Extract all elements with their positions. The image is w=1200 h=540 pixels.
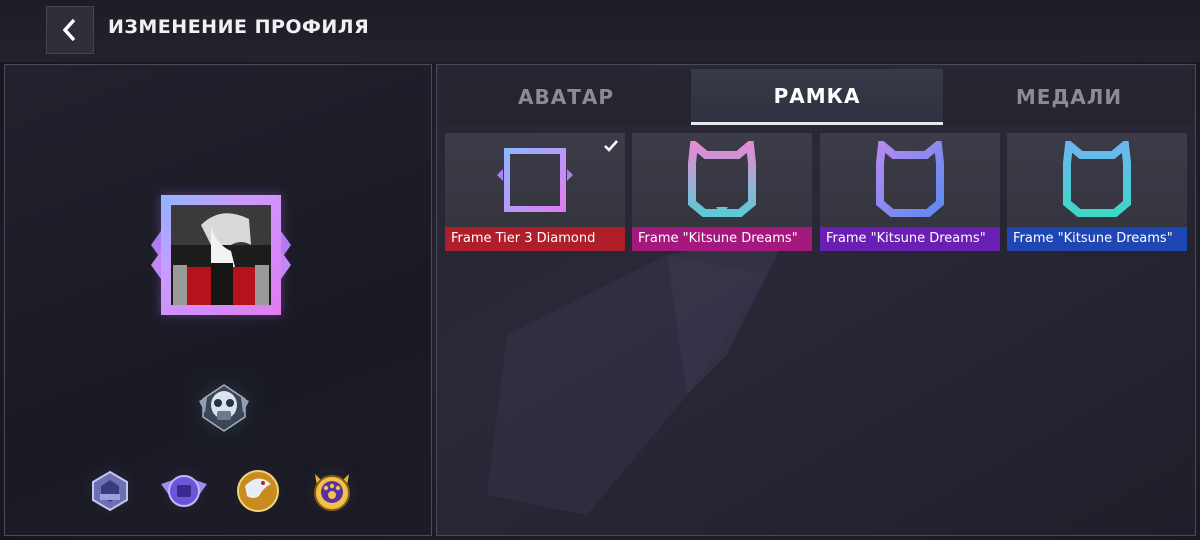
back-button[interactable] <box>46 6 94 54</box>
frame-card-label: Frame "Kitsune Dreams" <box>1007 227 1187 251</box>
frame-card-kitsune-pink[interactable]: Frame "Kitsune Dreams" <box>632 133 812 251</box>
medal-slot-3[interactable] <box>229 463 287 519</box>
purple-winged-badge-icon <box>161 475 207 507</box>
avatar-portrait-icon <box>171 205 271 305</box>
gold-cat-paw-badge-icon <box>314 474 350 511</box>
frame-card-label: Frame Tier 3 Diamond <box>445 227 625 251</box>
customization-panel: АВАТАР РАМКА МЕДАЛИ Frame Tier 3 Diamond… <box>436 64 1196 536</box>
background-logo-decoration <box>487 235 787 515</box>
tab-medals[interactable]: МЕДАЛИ <box>943 69 1195 125</box>
frame-card-label: Frame "Kitsune Dreams" <box>820 227 1000 251</box>
frame-kitsune-blue-icon <box>1063 141 1131 217</box>
gold-dragon-badge-icon <box>237 470 279 512</box>
frame-card-tier3-diamond[interactable]: Frame Tier 3 Diamond <box>445 133 625 251</box>
avatar <box>171 205 271 305</box>
tab-frame[interactable]: РАМКА <box>691 69 943 125</box>
medal-slot-1[interactable] <box>81 463 139 519</box>
skull-gasmask-emblem-icon <box>199 384 249 432</box>
medal-slot-2[interactable] <box>155 463 213 519</box>
frame-kitsune-purple-icon <box>876 141 944 217</box>
top-bar: ИЗМЕНЕНИЕ ПРОФИЛЯ <box>0 0 1200 62</box>
frame-card-kitsune-blue[interactable]: Frame "Kitsune Dreams" <box>1007 133 1187 251</box>
page-title: ИЗМЕНЕНИЕ ПРОФИЛЯ <box>108 16 370 38</box>
frame-tier3-diamond-icon <box>497 148 573 212</box>
silver-2024-badge-icon <box>92 470 128 512</box>
chevron-left-icon <box>62 18 76 42</box>
selected-check-icon <box>601 137 621 155</box>
main-medal[interactable] <box>191 375 257 441</box>
profile-preview-panel <box>4 64 432 536</box>
frame-kitsune-pink-icon <box>688 141 756 217</box>
frame-card-kitsune-purple[interactable]: Frame "Kitsune Dreams" <box>820 133 1000 251</box>
tab-avatar[interactable]: АВАТАР <box>441 69 691 125</box>
frame-card-label: Frame "Kitsune Dreams" <box>632 227 812 251</box>
medal-slot-4[interactable] <box>303 463 361 519</box>
avatar-with-frame <box>151 195 291 315</box>
